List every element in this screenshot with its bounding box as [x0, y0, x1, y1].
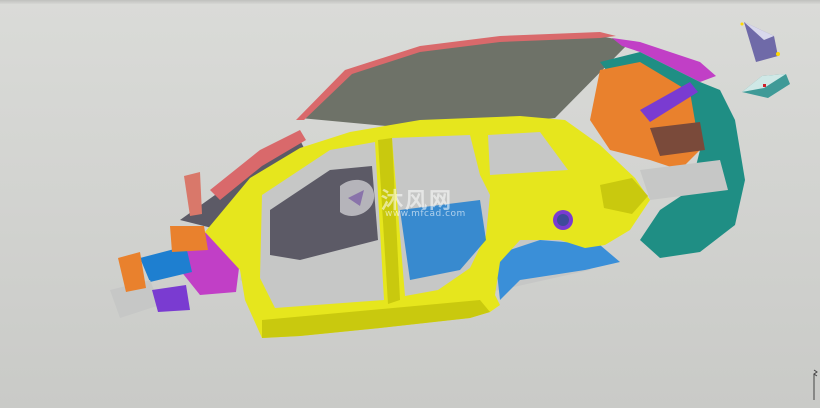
roof-panel[interactable] [300, 36, 630, 130]
corner-axis-glyph [813, 369, 818, 400]
watermark-url: www.mfcad.com [385, 209, 466, 219]
front-strut-tower [170, 226, 208, 252]
view-cube-icon[interactable] [734, 14, 806, 102]
front-pipe [184, 172, 202, 216]
cad-3d-viewport[interactable]: 沐风网 www.mfcad.com [0, 0, 820, 408]
view-cube-dot-2 [740, 22, 744, 26]
view-cube-dot [776, 52, 780, 56]
fuel-filler-ring [557, 214, 569, 226]
view-cube-origin-marker [763, 84, 766, 87]
front-purple-block [152, 285, 190, 312]
front-crossmember-blue [140, 246, 192, 282]
rear-inner-dark [650, 122, 705, 156]
view-cube-top-face[interactable] [744, 22, 778, 62]
rear-wheelhouse [495, 240, 620, 300]
